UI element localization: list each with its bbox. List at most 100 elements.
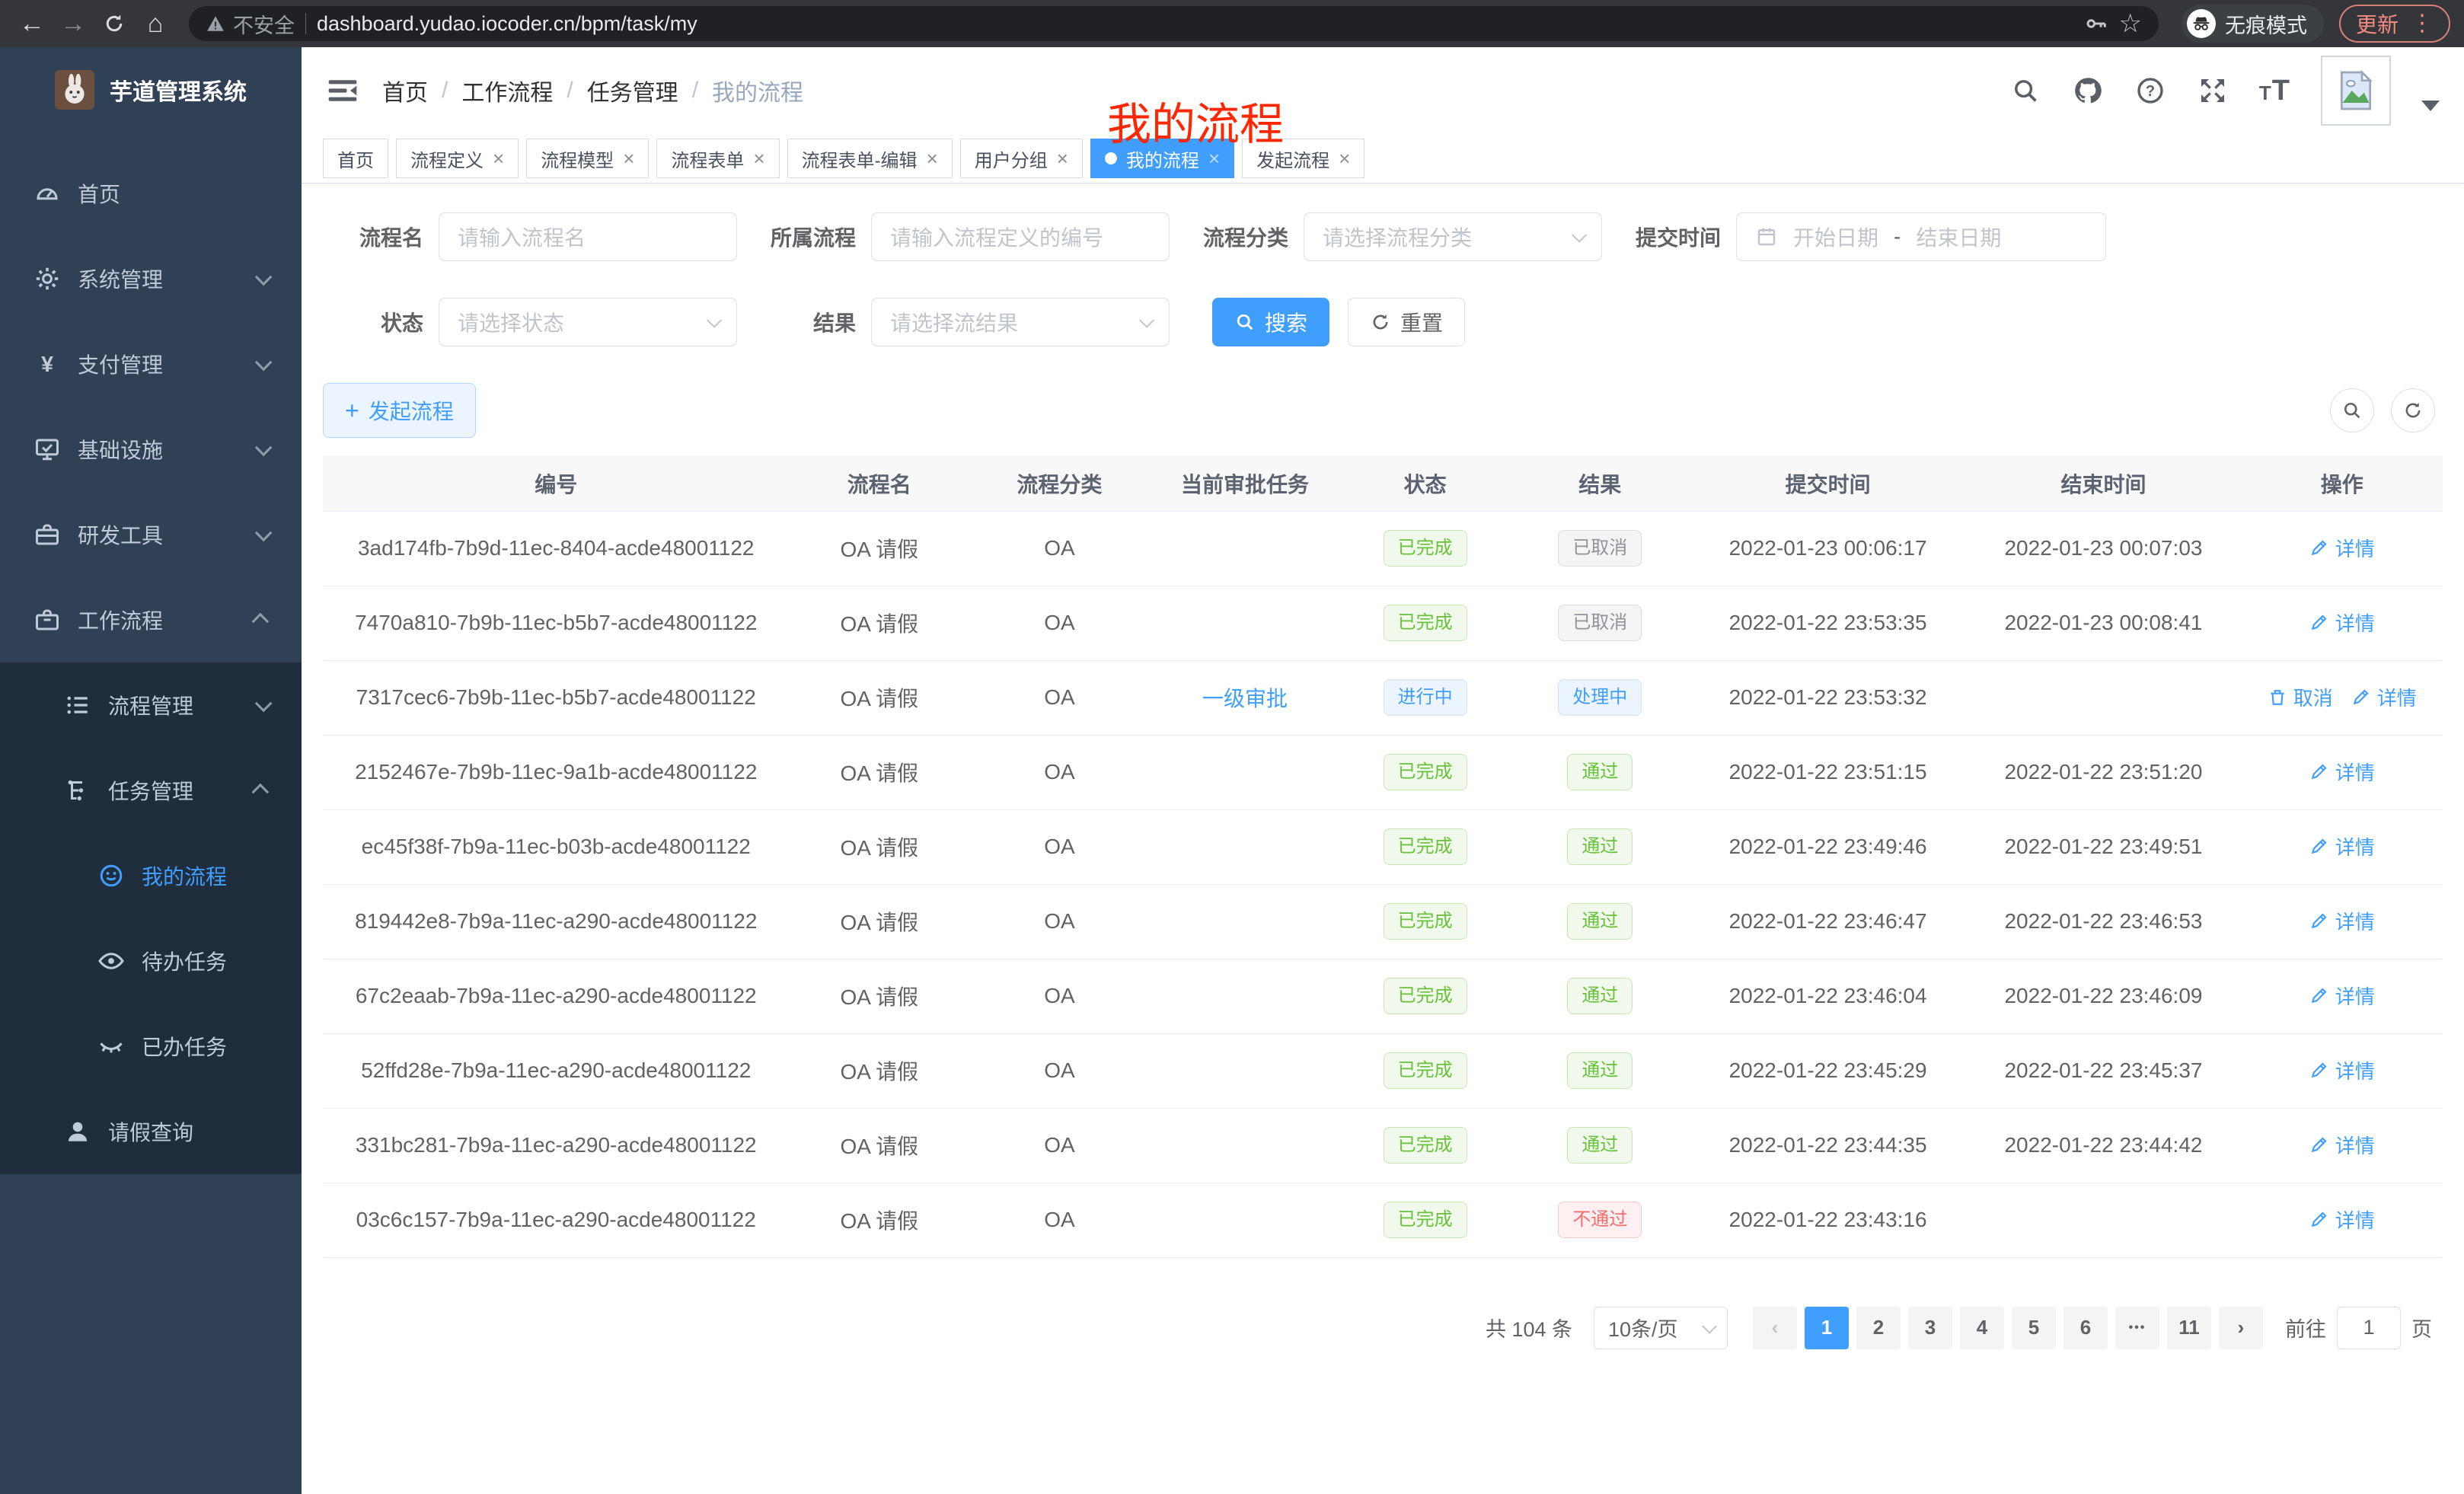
breadcrumb-workflow[interactable]: 工作流程 (461, 74, 553, 107)
detail-link[interactable]: 详情 (2309, 1131, 2375, 1159)
status-badge: 已完成 (1384, 605, 1467, 641)
page-button-1[interactable]: 1 (1805, 1307, 1849, 1349)
list-icon (64, 691, 91, 719)
status-select[interactable]: 请选择状态 (439, 298, 737, 346)
search-icon[interactable] (2009, 75, 2041, 107)
sidebar-item-label: 我的流程 (142, 860, 227, 891)
sidebar-item-workflow[interactable]: 工作流程 (0, 577, 302, 662)
sidebar-item-dev-tools[interactable]: 研发工具 (0, 492, 302, 577)
help-icon[interactable]: ? (2134, 75, 2166, 107)
avatar-caret-icon[interactable] (2421, 101, 2440, 111)
goto-page-input[interactable] (2337, 1307, 2401, 1349)
tab-close-icon[interactable]: × (1339, 148, 1350, 168)
page-button-11[interactable]: 11 (2167, 1307, 2211, 1349)
table-header-row: 编号流程名流程分类当前审批任务状态结果提交时间结束时间操作 (323, 456, 2443, 511)
tab-close-icon[interactable]: × (1057, 148, 1068, 168)
update-button[interactable]: 更新 ⋮ (2339, 5, 2450, 43)
sidebar-item-my-process[interactable]: 我的流程 (0, 833, 302, 918)
home-icon[interactable]: ⌂ (137, 5, 174, 42)
detail-link[interactable]: 详情 (2309, 832, 2375, 860)
key-icon[interactable] (2084, 11, 2108, 36)
address-bar[interactable]: 不安全 dashboard.yudao.iocoder.cn/bpm/task/… (189, 6, 2159, 41)
hamburger-icon[interactable] (326, 74, 359, 107)
tab-process-model[interactable]: 流程模型× (526, 139, 649, 178)
submit-time-range-picker[interactable]: 开始日期 - 结束日期 (1736, 212, 2106, 261)
tab-home[interactable]: 首页 (323, 139, 388, 178)
sidebar-item-system-management[interactable]: 系统管理 (0, 236, 302, 321)
tab-close-icon[interactable]: × (927, 148, 938, 168)
detail-link[interactable]: 详情 (2309, 907, 2375, 935)
cell-actions: 详情 (2241, 959, 2443, 1033)
cell-result: 已取消 (1510, 511, 1690, 586)
sidebar-item-leave-query[interactable]: 请假查询 (0, 1089, 302, 1174)
tab-process-definition[interactable]: 流程定义× (396, 139, 519, 178)
edit-icon (2309, 761, 2329, 781)
tab-close-icon[interactable]: × (623, 148, 634, 168)
security-status[interactable]: 不安全 (206, 9, 295, 39)
detail-link[interactable]: 详情 (2351, 683, 2417, 711)
detail-link[interactable]: 详情 (2309, 758, 2375, 786)
cell-current-task (1150, 809, 1341, 884)
sidebar-item-infrastructure[interactable]: 基础设施 (0, 407, 302, 492)
refresh-table-button[interactable] (2391, 388, 2435, 433)
page-button-2[interactable]: 2 (1856, 1307, 1901, 1349)
cell-category: OA (969, 1108, 1150, 1183)
sidebar-item-home[interactable]: 首页 (0, 151, 302, 236)
back-icon[interactable]: ← (14, 5, 50, 42)
edit-icon (2309, 1135, 2329, 1154)
forward-icon[interactable]: → (55, 5, 91, 42)
tab-close-icon[interactable]: × (493, 148, 504, 168)
detail-link[interactable]: 详情 (2309, 1056, 2375, 1084)
browser-menu-icon[interactable]: ⋮ (2411, 12, 2434, 35)
sidebar-item-process-management[interactable]: 流程管理 (0, 662, 302, 748)
filter-row-1: 流程名 请输入流程名 所属流程 请输入流程定义的编号 流程分类 请选择流程分类 … (323, 212, 2443, 261)
prev-page-button[interactable]: ‹ (1753, 1307, 1797, 1349)
tab-process-form-edit[interactable]: 流程表单-编辑× (787, 139, 953, 178)
page-button-5[interactable]: 5 (2012, 1307, 2056, 1349)
page-button-6[interactable]: 6 (2063, 1307, 2108, 1349)
more-pages-button[interactable]: ••• (2115, 1307, 2159, 1349)
fullscreen-icon[interactable] (2197, 75, 2229, 107)
category-select[interactable]: 请选择流程分类 (1304, 212, 1602, 261)
current-task-link[interactable]: 一级审批 (1202, 687, 1288, 710)
tab-close-icon[interactable]: × (753, 148, 764, 168)
logo[interactable]: 芋道管理系统 (0, 47, 302, 132)
page-button-3[interactable]: 3 (1908, 1307, 1952, 1349)
tab-process-form[interactable]: 流程表单 × (656, 139, 779, 178)
avatar[interactable] (2321, 56, 2391, 126)
reload-icon[interactable] (96, 5, 132, 42)
detail-link[interactable]: 详情 (2309, 1205, 2375, 1234)
page-size-select[interactable]: 10条/页 (1594, 1307, 1728, 1349)
cell-process-name: OA 请假 (789, 1033, 969, 1108)
breadcrumb-home[interactable]: 首页 (382, 74, 428, 107)
font-size-icon[interactable]: TT (2259, 76, 2290, 105)
start-process-button[interactable]: + 发起流程 (323, 383, 476, 438)
url-text[interactable]: dashboard.yudao.iocoder.cn/bpm/task/my (317, 12, 2073, 36)
tab-user-group[interactable]: 用户分组× (960, 139, 1083, 178)
result-badge: 已取消 (1558, 605, 1642, 641)
github-icon[interactable] (2072, 75, 2104, 107)
sidebar-item-done-tasks[interactable]: 已办任务 (0, 1004, 302, 1089)
placeholder-text: 请输入流程名 (458, 222, 586, 252)
page-button-4[interactable]: 4 (1960, 1307, 2004, 1349)
result-badge: 不通过 (1558, 1202, 1642, 1238)
sidebar-item-task-management[interactable]: 任务管理 (0, 748, 302, 833)
sidebar-item-todo-tasks[interactable]: 待办任务 (0, 918, 302, 1004)
detail-link[interactable]: 详情 (2309, 534, 2375, 562)
process-name-input[interactable]: 请输入流程名 (439, 212, 737, 261)
bookmark-star-icon[interactable]: ☆ (2119, 8, 2142, 39)
reset-button[interactable]: 重置 (1348, 298, 1465, 346)
search-button[interactable]: 搜索 (1212, 298, 1329, 346)
toggle-search-button[interactable] (2330, 388, 2374, 433)
sidebar-item-payment-management[interactable]: ¥支付管理 (0, 321, 302, 407)
next-page-button[interactable]: › (2219, 1307, 2263, 1349)
result-select[interactable]: 请选择流结果 (871, 298, 1170, 346)
tab-close-icon[interactable]: × (1208, 148, 1220, 168)
detail-link[interactable]: 详情 (2309, 608, 2375, 637)
breadcrumb-task-management[interactable]: 任务管理 (587, 74, 678, 107)
cancel-link[interactable]: 取消 (2268, 683, 2333, 711)
tab-label: 流程表单 (671, 145, 744, 172)
chevron-down-icon (255, 354, 273, 372)
process-def-input[interactable]: 请输入流程定义的编号 (871, 212, 1170, 261)
detail-link[interactable]: 详情 (2309, 982, 2375, 1010)
